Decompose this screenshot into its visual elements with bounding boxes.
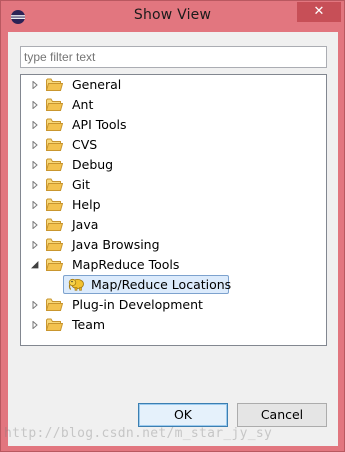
- tree-item-help[interactable]: Help: [21, 195, 326, 215]
- tree-item-label: Java: [72, 217, 99, 232]
- collapse-arrow-icon[interactable]: [31, 261, 39, 269]
- folder-icon: [46, 98, 63, 111]
- expand-arrow-icon[interactable]: [31, 301, 39, 309]
- folder-icon: [46, 118, 63, 131]
- tree-item-team[interactable]: Team: [21, 315, 326, 335]
- open-folder-icon: [46, 258, 63, 271]
- tree-item-label: General: [72, 77, 122, 92]
- folder-icon: [46, 138, 63, 151]
- folder-icon: [46, 298, 63, 311]
- expand-arrow-icon[interactable]: [31, 181, 39, 189]
- tree-item-label: API Tools: [72, 117, 127, 132]
- tree-item-label: Debug: [72, 157, 114, 172]
- tree-item-plug-in-development[interactable]: Plug-in Development: [21, 295, 326, 315]
- dialog-body: General Ant API Tools CVS: [8, 32, 338, 446]
- expand-arrow-icon[interactable]: [31, 141, 39, 149]
- title-bar[interactable]: Show View ✕: [1, 1, 344, 32]
- ok-button[interactable]: OK: [138, 403, 228, 427]
- tree-item-git[interactable]: Git: [21, 175, 326, 195]
- watermark-text: http://blog.csdn.net/m_star_jy_sy: [4, 426, 273, 441]
- tree-item-label: Help: [72, 197, 101, 212]
- expand-arrow-icon[interactable]: [31, 321, 39, 329]
- tree-item-label: Git: [72, 177, 91, 192]
- folder-icon: [46, 318, 63, 331]
- expand-arrow-icon[interactable]: [31, 101, 39, 109]
- expand-arrow-icon[interactable]: [31, 221, 39, 229]
- close-button[interactable]: ✕: [297, 2, 341, 22]
- tree-item-map-reduce-locations[interactable]: Map/Reduce Locations: [21, 275, 326, 295]
- cancel-button[interactable]: Cancel: [237, 403, 327, 427]
- expand-arrow-icon[interactable]: [31, 161, 39, 169]
- tree-item-ant[interactable]: Ant: [21, 95, 326, 115]
- folder-icon: [46, 78, 63, 91]
- expand-arrow-icon[interactable]: [31, 201, 39, 209]
- tree-item-label: CVS: [72, 137, 98, 152]
- view-tree[interactable]: General Ant API Tools CVS Debug Git Help…: [20, 74, 327, 346]
- tree-item-api-tools[interactable]: API Tools: [21, 115, 326, 135]
- tree-item-label: MapReduce Tools: [72, 257, 180, 272]
- expand-arrow-icon[interactable]: [31, 121, 39, 129]
- tree-item-general[interactable]: General: [21, 75, 326, 95]
- tree-item-java-browsing[interactable]: Java Browsing: [21, 235, 326, 255]
- elephant-icon: [68, 278, 84, 291]
- folder-icon: [46, 198, 63, 211]
- tree-item-label: Ant: [72, 97, 94, 112]
- tree-item-java[interactable]: Java: [21, 215, 326, 235]
- folder-icon: [46, 238, 63, 251]
- tree-item-label: Plug-in Development: [72, 297, 203, 312]
- tree-item-label: Team: [72, 317, 106, 332]
- folder-icon: [46, 178, 63, 191]
- expand-arrow-icon[interactable]: [31, 241, 39, 249]
- tree-item-label: Map/Reduce Locations: [91, 277, 232, 292]
- folder-icon: [46, 158, 63, 171]
- tree-item-debug[interactable]: Debug: [21, 155, 326, 175]
- tree-item-mapreduce-tools[interactable]: MapReduce Tools: [21, 255, 326, 275]
- expand-arrow-icon[interactable]: [31, 81, 39, 89]
- dialog-window: Show View ✕ General Ant API Tools: [0, 0, 345, 452]
- tree-item-cvs[interactable]: CVS: [21, 135, 326, 155]
- filter-input[interactable]: [20, 46, 327, 68]
- window-title: Show View: [133, 7, 212, 23]
- tree-item-label: Java Browsing: [72, 237, 160, 252]
- folder-icon: [46, 218, 63, 231]
